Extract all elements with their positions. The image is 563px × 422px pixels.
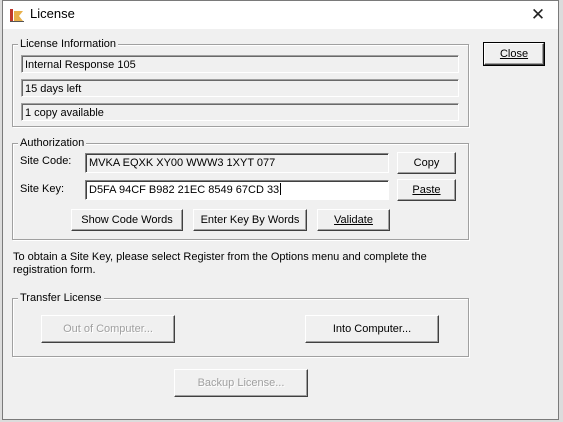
enter-key-by-words-label: Enter Key By Words bbox=[200, 214, 300, 226]
transfer-license-group: Transfer License Out of Computer... Into… bbox=[12, 292, 469, 357]
close-icon[interactable]: ✕ bbox=[518, 1, 558, 29]
validate-button[interactable]: Validate bbox=[317, 209, 390, 231]
text-caret bbox=[280, 183, 282, 195]
days-left-field: 15 days left bbox=[21, 79, 459, 97]
transfer-license-legend: Transfer License bbox=[18, 292, 104, 305]
enter-key-by-words-button[interactable]: Enter Key By Words bbox=[193, 209, 307, 231]
copy-button[interactable]: Copy bbox=[397, 152, 456, 174]
copies-available-field: 1 copy available bbox=[21, 103, 459, 121]
out-of-computer-button[interactable]: Out of Computer... bbox=[41, 315, 175, 343]
registration-note: To obtain a Site Key, please select Regi… bbox=[13, 251, 427, 276]
window-title: License bbox=[30, 6, 75, 21]
license-information-legend: License Information bbox=[18, 38, 118, 51]
license-dialog: License ✕ License Information Internal R… bbox=[2, 0, 559, 420]
into-computer-label: Into Computer... bbox=[332, 323, 412, 335]
authorization-group: Authorization Site Code: MVKA EQXK XY00 … bbox=[12, 137, 469, 240]
close-button[interactable]: Close bbox=[483, 42, 545, 66]
license-information-group: License Information Internal Response 10… bbox=[12, 38, 469, 127]
copy-button-label: Copy bbox=[413, 157, 440, 169]
authorization-legend: Authorization bbox=[18, 137, 87, 150]
validate-button-label: Validate bbox=[334, 214, 373, 226]
backup-license-button[interactable]: Backup License... bbox=[174, 369, 308, 397]
paste-button-label: Paste bbox=[412, 184, 441, 196]
app-icon bbox=[10, 9, 24, 22]
show-code-words-label: Show Code Words bbox=[81, 214, 173, 226]
backup-license-label: Backup License... bbox=[197, 377, 285, 389]
title-bar[interactable]: License ✕ bbox=[3, 1, 558, 29]
show-code-words-button[interactable]: Show Code Words bbox=[71, 209, 183, 231]
site-key-value: D5FA 94CF B982 21EC 8549 67CD 33 bbox=[89, 184, 280, 196]
site-code-field[interactable]: MVKA EQXK XY00 WWW3 1XYT 077 bbox=[85, 153, 389, 173]
site-code-label: Site Code: bbox=[20, 155, 72, 167]
site-key-label: Site Key: bbox=[20, 183, 65, 195]
license-type-field: Internal Response 105 bbox=[21, 55, 459, 73]
close-button-label: Close bbox=[499, 48, 529, 60]
site-key-input[interactable]: D5FA 94CF B982 21EC 8549 67CD 33 bbox=[85, 180, 389, 200]
paste-button[interactable]: Paste bbox=[397, 179, 456, 201]
into-computer-button[interactable]: Into Computer... bbox=[305, 315, 439, 343]
out-of-computer-label: Out of Computer... bbox=[63, 323, 153, 335]
